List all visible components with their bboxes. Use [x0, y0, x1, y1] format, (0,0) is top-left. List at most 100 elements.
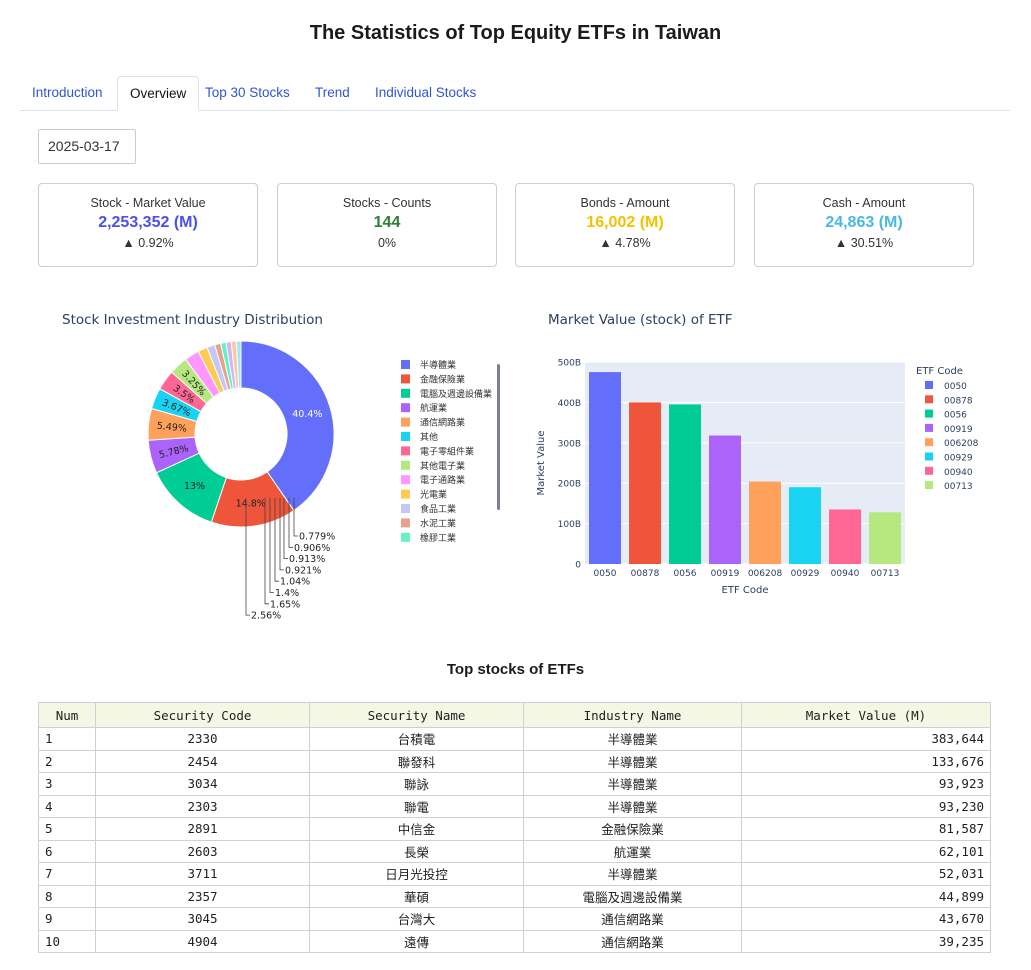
date-picker[interactable]: 2025-03-17	[38, 129, 136, 164]
top-stocks-table: Num Security Code Security Name Industry…	[38, 702, 991, 953]
cell-market-value: 43,670	[741, 907, 991, 931]
col-security-code-header[interactable]: Security Code	[95, 702, 310, 728]
pie-slice-label: 14.8%	[236, 498, 266, 509]
legend-swatch	[401, 475, 410, 485]
card-value: 144	[373, 214, 401, 231]
legend-item-label[interactable]: 00940	[944, 468, 973, 478]
table-row: 5 2891 中信金 金融保險業 81,587	[38, 817, 991, 841]
legend-item-label[interactable]: 通信網路業	[420, 417, 465, 429]
card-label: Cash - Amount	[822, 196, 906, 210]
card-label: Stock - Market Value	[90, 196, 206, 210]
tab-individual-stocks[interactable]: Individual Stocks	[363, 76, 488, 110]
bar[interactable]	[629, 402, 661, 564]
cell-num: 7	[38, 862, 96, 886]
industry-donut-chart: 40.4%14.8%13%5.78%5.49%3.67%3.5%3.25%0.7…	[147, 340, 500, 622]
legend-item-label[interactable]: 0050	[944, 382, 967, 392]
table-row: 2 2454 聯發科 半導體業 133,676	[38, 749, 991, 773]
x-tick-label: 006208	[748, 569, 783, 579]
table-row: 9 3045 台灣大 通信網路業 43,670	[38, 907, 991, 931]
legend-swatch	[401, 360, 410, 369]
legend-item-label[interactable]: 食品工業	[420, 503, 456, 515]
legend-swatch	[925, 466, 933, 475]
card-value: 2,253,352 (M)	[98, 214, 198, 231]
legend-item-label[interactable]: 電子通路業	[420, 474, 465, 486]
legend-swatch	[925, 381, 933, 389]
bar[interactable]	[789, 487, 821, 564]
legend-swatch	[401, 403, 410, 413]
table-title: Top stocks of ETFs	[446, 661, 585, 678]
cell-industry-name: 半導體業	[523, 772, 742, 796]
x-tick-label: 00878	[631, 569, 660, 579]
cell-industry-name: 通信網路業	[523, 929, 742, 953]
cell-security-name: 台灣大	[309, 907, 524, 931]
legend-scrollbar[interactable]	[497, 364, 500, 510]
legend-item-label[interactable]: 金融保險業	[420, 373, 465, 385]
col-market-value-header[interactable]: Market Value (M)	[741, 702, 991, 728]
legend-swatch	[401, 374, 410, 384]
legend-item-label[interactable]: 電子零組件業	[420, 445, 474, 457]
legend-swatch	[401, 518, 410, 528]
bar[interactable]	[829, 509, 861, 564]
legend-item-label[interactable]: 00878	[944, 396, 973, 406]
cell-market-value: 39,235	[741, 929, 991, 953]
bar[interactable]	[589, 372, 621, 564]
tab-overview[interactable]: Overview	[117, 76, 200, 111]
tab-top-30-stocks[interactable]: Top 30 Stocks	[193, 76, 302, 110]
legend-swatch	[401, 489, 410, 499]
etf-market-value-bar-chart: 0 100B 200B 300B 400B 500B 0050 00878 0056 00919 0…	[536, 359, 979, 597]
x-tick-label: 0050	[594, 569, 617, 579]
legend-item-label[interactable]: 00713	[944, 482, 973, 492]
pie-outside-label: 0.779%	[299, 532, 335, 543]
col-industry-name-header[interactable]: Industry Name	[523, 702, 742, 728]
tab-introduction[interactable]: Introduction	[20, 76, 115, 110]
bar[interactable]	[709, 435, 741, 564]
legend-item-label[interactable]: 光電業	[420, 489, 447, 501]
cell-security-name: 長榮	[309, 839, 524, 863]
legend-swatch	[925, 452, 933, 461]
col-num-header[interactable]: Num	[38, 702, 96, 728]
legend-item-label[interactable]: 00919	[944, 425, 973, 435]
cell-market-value: 383,644	[741, 727, 991, 751]
legend-item-label[interactable]: 橡膠工業	[420, 532, 456, 544]
pie-slice-label: 13%	[184, 481, 205, 492]
legend-item-label[interactable]: 0056	[944, 411, 967, 421]
table-row: 8 2357 華碩 電腦及週邊設備業 44,899	[38, 884, 991, 908]
cell-num: 6	[38, 839, 96, 863]
y-tick-label: 0	[575, 561, 581, 571]
cell-num: 8	[38, 884, 96, 908]
legend-swatch	[401, 417, 410, 427]
legend-item-label[interactable]: 其他電子業	[420, 460, 465, 472]
card-change: ▲ 4.78%	[599, 236, 651, 250]
bar[interactable]	[749, 481, 781, 564]
legend-item-label[interactable]: 水泥工業	[420, 517, 456, 529]
cell-security-code: 2303	[95, 794, 310, 818]
x-axis-title: ETF Code	[722, 585, 769, 596]
legend-item-label[interactable]: 006208	[944, 439, 979, 449]
cell-security-code: 2357	[95, 884, 310, 908]
bar[interactable]	[669, 404, 701, 564]
x-tick-label: 00929	[791, 569, 820, 579]
legend-item-label[interactable]: 電腦及週邊設備業	[420, 388, 492, 400]
legend-item-label[interactable]: 航運業	[420, 402, 447, 414]
x-tick-label: 0056	[674, 569, 697, 579]
legend-item-label[interactable]: 其他	[420, 431, 438, 443]
cell-industry-name: 半導體業	[523, 862, 742, 886]
tab-trend[interactable]: Trend	[303, 76, 362, 110]
bar[interactable]	[869, 512, 901, 564]
pie-outside-label: 2.56%	[251, 611, 281, 622]
table-row: 1 2330 台積電 半導體業 383,644	[38, 727, 991, 751]
cell-security-code: 3034	[95, 772, 310, 796]
card-cash-amount: Cash - Amount 24,863 (M) ▲ 30.51%	[754, 183, 974, 267]
cell-industry-name: 半導體業	[523, 749, 742, 773]
legend-item-label[interactable]: 半導體業	[420, 359, 456, 371]
pie-slice-label: 40.4%	[292, 409, 322, 420]
cell-num: 10	[38, 929, 96, 953]
table-row: 10 4904 遠傳 通信網路業 39,235	[38, 929, 991, 953]
legend-swatch	[401, 504, 410, 513]
pie-outside-label: 0.906%	[294, 543, 330, 554]
col-security-name-header[interactable]: Security Name	[309, 702, 524, 728]
legend-swatch	[401, 388, 410, 398]
cell-security-code: 3045	[95, 907, 310, 931]
tab-bar: Introduction Overview Top 30 Stocks Tren…	[20, 76, 1010, 111]
legend-item-label[interactable]: 00929	[944, 454, 973, 464]
